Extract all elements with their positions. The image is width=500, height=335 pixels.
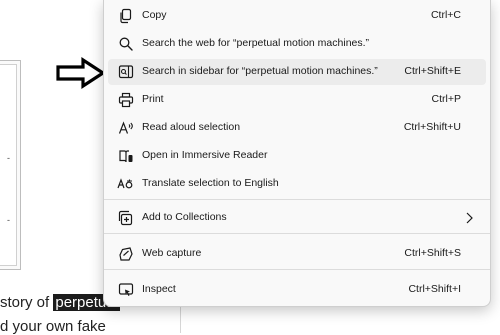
search-icon <box>117 35 135 53</box>
printer-icon <box>117 91 135 109</box>
menu-item-label: Read aloud selection <box>142 121 241 133</box>
page: - - story of perpetual d your own fake C… <box>0 0 500 335</box>
copy-icon <box>117 7 135 25</box>
menu-item-shortcut: Ctrl+Shift+U <box>403 121 461 133</box>
chevron-right-icon <box>464 210 474 226</box>
menu-item-immersive-reader[interactable]: Open in Immersive Reader <box>108 143 486 169</box>
menu-item-add-to-collections[interactable]: Add to Collections <box>108 205 486 231</box>
menu-item-search-sidebar[interactable]: Search in sidebar for “perpetual motion … <box>108 59 486 85</box>
menu-item-label: Inspect <box>142 283 176 295</box>
menu-item-copy[interactable]: Copy Ctrl+C <box>108 3 486 29</box>
embedded-frame-inner: - - <box>0 64 17 266</box>
collections-icon <box>117 209 135 227</box>
frame-tick: - <box>7 215 10 225</box>
embedded-frame: - - <box>0 60 21 270</box>
menu-item-shortcut: Ctrl+Shift+E <box>404 65 461 77</box>
article-text-line[interactable]: story of perpetual <box>0 294 120 311</box>
menu-separator <box>104 269 490 270</box>
menu-item-print[interactable]: Print Ctrl+P <box>108 87 486 113</box>
context-menu: Copy Ctrl+C Search the web for “perpetua… <box>103 0 491 307</box>
web-capture-icon <box>117 245 135 263</box>
menu-separator <box>104 233 490 234</box>
menu-item-shortcut: Ctrl+P <box>431 93 461 105</box>
sidebar-search-icon <box>117 63 135 81</box>
menu-item-label: Print <box>142 93 164 105</box>
inspect-icon <box>117 281 135 299</box>
menu-item-translate[interactable]: Translate selection to English <box>108 171 486 197</box>
menu-item-label: Translate selection to English <box>142 177 279 189</box>
menu-separator <box>104 199 490 200</box>
immersive-reader-icon <box>117 147 135 165</box>
menu-item-inspect[interactable]: Inspect Ctrl+Shift+I <box>108 277 486 303</box>
menu-item-shortcut: Ctrl+C <box>430 9 461 21</box>
menu-item-label: Copy <box>142 9 167 21</box>
article-text: story of <box>0 294 54 311</box>
menu-item-shortcut: Ctrl+Shift+S <box>404 247 461 259</box>
menu-item-label: Open in Immersive Reader <box>142 149 268 161</box>
translate-icon <box>117 175 135 193</box>
pointer-arrow-icon <box>55 57 107 89</box>
menu-item-label: Search in sidebar for “perpetual motion … <box>142 65 378 77</box>
read-aloud-icon <box>117 119 135 137</box>
menu-item-label: Search the web for “perpetual motion mac… <box>142 37 370 49</box>
menu-item-label: Add to Collections <box>142 211 227 223</box>
menu-item-shortcut: Ctrl+Shift+I <box>408 283 461 295</box>
menu-item-web-capture[interactable]: Web capture Ctrl+Shift+S <box>108 241 486 267</box>
article-text-line: d your own fake <box>0 318 106 335</box>
frame-tick: - <box>7 153 10 163</box>
menu-item-label: Web capture <box>142 247 202 259</box>
menu-item-read-aloud[interactable]: Read aloud selection Ctrl+Shift+U <box>108 115 486 141</box>
menu-item-search-web[interactable]: Search the web for “perpetual motion mac… <box>108 31 486 57</box>
